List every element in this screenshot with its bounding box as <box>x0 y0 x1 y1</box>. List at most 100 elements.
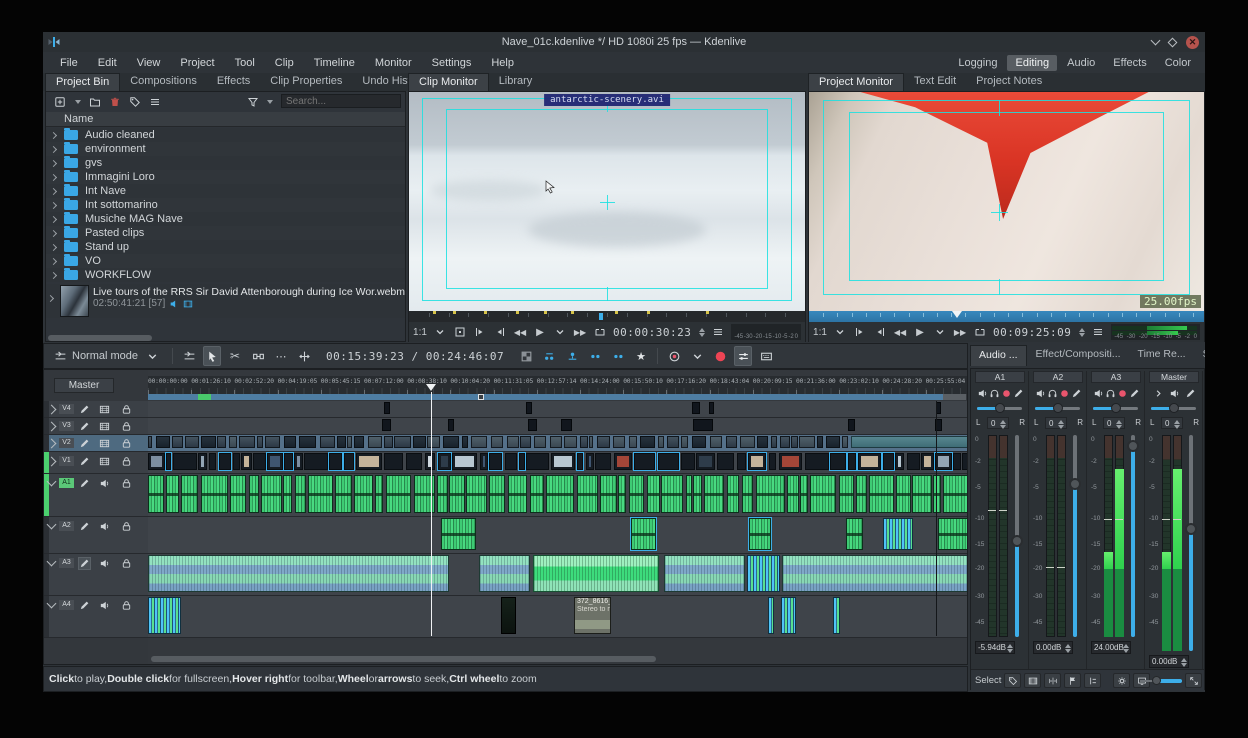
timeline-clip[interactable] <box>962 453 968 470</box>
timeline-clip[interactable] <box>261 475 282 513</box>
snap-button[interactable] <box>1084 673 1101 688</box>
chevron-right-icon[interactable] <box>50 145 57 152</box>
project-monitor-play-button[interactable]: ▶ <box>913 324 927 340</box>
project-monitor-video[interactable]: 25.00fps <box>809 92 1204 311</box>
tab-project-bin[interactable]: Project Bin <box>45 73 120 91</box>
timeline-clip[interactable] <box>209 453 217 470</box>
timeline-clip[interactable] <box>253 453 266 470</box>
pan-slider[interactable] <box>1151 407 1196 410</box>
track-header-a1[interactable]: A1 <box>44 474 148 517</box>
timeline-clip[interactable] <box>148 555 449 592</box>
expand-icon[interactable] <box>1152 387 1165 400</box>
filter-icon[interactable] <box>246 95 259 108</box>
timeline-clip[interactable] <box>452 453 476 470</box>
timeline-clip[interactable] <box>441 518 476 550</box>
effects-icon[interactable] <box>1071 387 1083 400</box>
razor-tool-button[interactable]: ✂ <box>226 346 244 366</box>
search-input[interactable] <box>281 94 401 108</box>
tab-effects[interactable]: Effects <box>207 73 260 91</box>
timeline-clip[interactable] <box>757 436 769 448</box>
track-audio-icon[interactable] <box>98 557 111 570</box>
timeline-clip[interactable] <box>466 475 487 513</box>
favorite-effects-button[interactable]: ★ <box>632 346 650 366</box>
timeline-clip[interactable] <box>156 436 170 448</box>
markers-button[interactable] <box>1064 673 1081 688</box>
workspace-editing[interactable]: Editing <box>1007 55 1057 71</box>
project-monitor-timecode[interactable]: 00:09:25:09 <box>993 326 1071 339</box>
fader-knob[interactable] <box>1069 478 1081 490</box>
pan-slider[interactable] <box>1035 407 1080 410</box>
timeline-clip[interactable] <box>438 453 451 470</box>
timeline-clip[interactable] <box>727 475 740 513</box>
timeline-clip[interactable] <box>201 436 216 448</box>
tab-text-edit[interactable]: Text Edit <box>904 73 966 91</box>
timeline-clip[interactable] <box>618 475 626 513</box>
timeline-clip[interactable] <box>842 436 848 448</box>
timeline-clip[interactable] <box>742 475 753 513</box>
bin-folder-row[interactable]: gvs <box>46 156 405 170</box>
timeline-clip[interactable] <box>704 475 724 513</box>
timeline-clip[interactable] <box>848 453 855 470</box>
project-monitor-zoom-dropdown-icon[interactable] <box>833 324 847 340</box>
timeline-clip[interactable] <box>489 475 504 513</box>
timeline-clip[interactable] <box>347 436 352 448</box>
pan-value[interactable]: 0 <box>1103 417 1125 429</box>
track-name-badge[interactable]: V3 <box>59 421 74 431</box>
workspace-color[interactable]: Color <box>1157 55 1199 71</box>
clip-monitor-play-dropdown-icon[interactable] <box>553 324 567 340</box>
edit-mode-dropdown-icon[interactable] <box>143 346 161 366</box>
insert-zone-button[interactable] <box>540 346 558 366</box>
timeline-clip[interactable] <box>851 436 968 448</box>
track-lock-icon[interactable] <box>120 599 133 612</box>
track-lane-a3[interactable] <box>148 554 968 596</box>
record-dropdown-icon[interactable] <box>688 346 706 366</box>
timeline-clip[interactable] <box>148 475 164 513</box>
record-arm-icon[interactable] <box>1001 387 1013 400</box>
bin-folder-row[interactable]: WORKFLOW <box>46 268 405 282</box>
gain-value[interactable]: 24.00dB <box>1091 641 1131 654</box>
timeline-clip[interactable] <box>921 453 934 470</box>
timeline-clip[interactable] <box>219 453 231 470</box>
timeline-clip[interactable] <box>299 436 317 448</box>
timeline-clip[interactable] <box>354 475 373 513</box>
timeline-clip[interactable] <box>740 436 755 448</box>
timeline-clip[interactable] <box>681 436 688 448</box>
clip-monitor-zone-start-icon[interactable] <box>453 324 467 340</box>
track-header-v3[interactable]: V3 <box>44 418 148 435</box>
chevron-right-icon[interactable] <box>50 215 57 222</box>
add-clip-icon[interactable] <box>53 95 66 108</box>
timeline-clip[interactable] <box>505 453 517 470</box>
bin-folder-row[interactable]: Pasted clips <box>46 226 405 240</box>
pan-value[interactable]: 0 <box>987 417 1009 429</box>
timeline-clip[interactable] <box>805 453 829 470</box>
timeline-clip[interactable] <box>577 475 598 513</box>
video-thumbnails-button[interactable] <box>1024 673 1041 688</box>
tag-icon[interactable] <box>128 95 141 108</box>
clip-monitor-set-in-icon[interactable] <box>473 324 487 340</box>
timeline-clip[interactable] <box>935 453 952 470</box>
timeline-clip[interactable] <box>284 436 296 448</box>
timeline-clip[interactable] <box>883 518 913 550</box>
timeline-clip[interactable] <box>526 402 532 414</box>
gain-value[interactable]: 0.00dB <box>1149 655 1189 668</box>
menu-timeline[interactable]: Timeline <box>305 55 364 71</box>
timeline-clip[interactable] <box>384 402 390 414</box>
track-tool-button[interactable] <box>180 346 198 366</box>
track-name-badge[interactable]: V1 <box>59 456 74 466</box>
track-lane-v3[interactable] <box>148 418 968 435</box>
timeline-clip[interactable] <box>384 453 402 470</box>
bin-folder-row[interactable]: Stand up <box>46 240 405 254</box>
timeline-clip[interactable] <box>717 453 734 470</box>
timeline-clip[interactable] <box>586 453 594 470</box>
timeline-clip[interactable] <box>564 436 577 448</box>
clip-monitor-set-out-icon[interactable] <box>493 324 507 340</box>
tab-project-notes[interactable]: Project Notes <box>966 73 1052 91</box>
timeline-clip[interactable] <box>692 402 700 414</box>
timeline-clip[interactable] <box>550 436 562 448</box>
timeline-clip[interactable] <box>631 518 656 550</box>
timeline-clip[interactable] <box>846 518 863 550</box>
pan-slider[interactable] <box>977 407 1022 410</box>
timeline-clip[interactable] <box>173 453 196 470</box>
timeline-clip[interactable] <box>710 436 723 448</box>
timeline-clip[interactable] <box>501 597 516 634</box>
